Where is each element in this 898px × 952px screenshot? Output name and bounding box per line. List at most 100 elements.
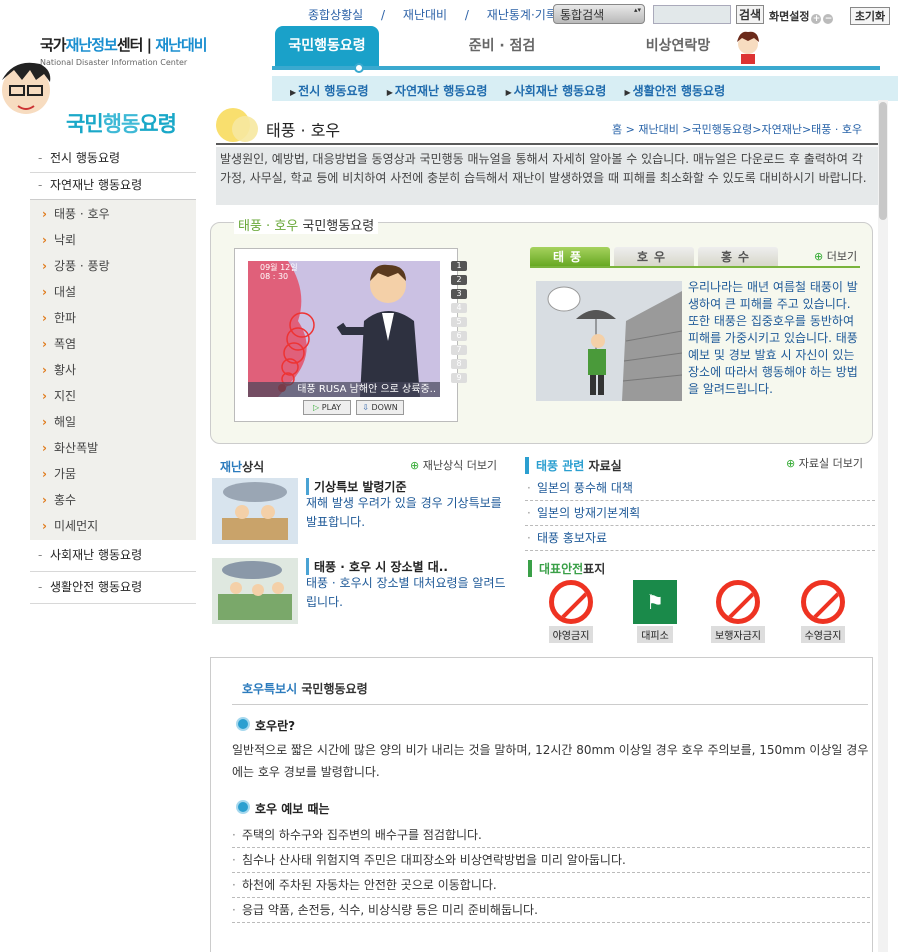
list-item: 응급 약품, 손전등, 식수, 비상식량 등은 미리 준비해둡니다.	[232, 898, 870, 923]
search-scope-select[interactable]: 통합검색	[553, 4, 645, 24]
tab-prepare-check[interactable]: 준비 · 점검	[452, 26, 552, 66]
rain-divider	[232, 704, 868, 705]
sidebar-sub-typhoon[interactable]: 태풍 · 호우	[30, 202, 196, 228]
tab-flood[interactable]: 홍수	[698, 247, 778, 267]
search-input[interactable]	[653, 5, 731, 24]
video-chapter-button[interactable]: 5	[451, 317, 467, 327]
zoom-in-icon[interactable]: +	[811, 14, 822, 24]
download-icon: ⇩	[362, 403, 369, 412]
sidebar-item-war[interactable]: 전시 행동요령	[30, 146, 196, 173]
subnav-social[interactable]: 사회재난 행동요령	[506, 84, 607, 98]
logo-english: National Disaster Information Center	[40, 58, 188, 67]
knowledge-card[interactable]: 태풍 · 호우 시 장소별 대.. 태풍 · 호우시 장소별 대처요령을 알려드…	[212, 558, 512, 630]
list-item[interactable]: 일본의 방재기본계획	[525, 501, 875, 526]
video-screen[interactable]	[248, 261, 440, 397]
knowledge-more-link[interactable]: ⊕ 재난상식 더보기	[410, 457, 497, 473]
list-item: 하천에 주차된 자동차는 안전한 곳으로 이동합니다.	[232, 873, 870, 898]
list-item: 주택의 하수구와 집주변의 배수구를 점검합니다.	[232, 823, 870, 848]
sidebar-sub-volcano[interactable]: 화산폭발	[30, 436, 196, 462]
list-item[interactable]: 일본의 풍수해 대책	[525, 476, 875, 501]
title-divider	[216, 143, 878, 145]
subnav-war[interactable]: 전시 행동요령	[290, 84, 369, 98]
video-timestamp: 09월 12일 08 : 30	[260, 263, 298, 281]
tab-action-guide[interactable]: 국민행동요령	[275, 26, 379, 66]
zoom-out-icon[interactable]: −	[823, 14, 834, 24]
sign-shelter[interactable]: ⚑ 대피소	[625, 580, 685, 643]
weather-warning-illustration	[212, 478, 298, 544]
sign-label: 수영금지	[800, 626, 846, 643]
breadcrumb[interactable]: 홈 > 재난대비 >국민행동요령>자연재난>태풍 · 호우	[612, 121, 862, 137]
subnav-natural[interactable]: 자연재난 행동요령	[387, 84, 488, 98]
link-situation-room[interactable]: 종합상황실	[308, 8, 363, 22]
sidebar-sub-drought[interactable]: 가뭄	[30, 462, 196, 488]
typhoon-illustration	[536, 281, 683, 401]
video-chapter-button[interactable]: 4	[451, 303, 467, 313]
data-room-header: 태풍 관련 자료실	[525, 457, 622, 474]
sidebar-sub-heat[interactable]: 폭염	[30, 332, 196, 358]
link-sep: /	[381, 8, 386, 22]
link-sep: /	[464, 8, 469, 22]
video-caption: 태풍 RUSA 남해안 으로 상륙중..	[248, 382, 440, 397]
card-title[interactable]: 기상특보 발령기준	[306, 478, 407, 495]
video-chapter-button[interactable]: 2	[451, 275, 467, 285]
video-chapter-button[interactable]: 1	[451, 261, 467, 271]
sign-label: 보행자금지	[711, 626, 765, 643]
screen-setting: 화면설정 + −	[769, 10, 834, 24]
intro-text: 발생원인, 예방법, 대응방법을 동영상과 국민행동 매뉴얼을 통해서 자세히 …	[216, 147, 878, 205]
sidebar-sub-flood[interactable]: 홍수	[30, 488, 196, 514]
sign-no-pedestrian[interactable]: 보행자금지	[708, 580, 768, 643]
sidebar-sub-lightning[interactable]: 낙뢰	[30, 228, 196, 254]
sidebar-sub-tsunami[interactable]: 해일	[30, 410, 196, 436]
reset-button[interactable]: 초기화	[850, 7, 890, 25]
sidebar-sub-yellowdust[interactable]: 황사	[30, 358, 196, 384]
sidebar-item-life-safety[interactable]: 생활안전 행동요령	[30, 572, 196, 604]
sidebar-item-social[interactable]: 사회재난 행동요령	[30, 540, 196, 572]
sub-navigation: 전시 행동요령 자연재난 행동요령 사회재난 행동요령 생활안전 행동요령	[290, 82, 739, 99]
knowledge-card[interactable]: 기상특보 발령기준 재해 발생 우려가 있을 경우 기상특보를 발표합니다.	[212, 478, 512, 550]
scrollbar[interactable]	[878, 100, 888, 952]
title-decoration	[232, 116, 258, 142]
subnav-life-safety[interactable]: 생활안전 행동요령	[624, 84, 725, 98]
sidebar-sub-snow[interactable]: 대설	[30, 280, 196, 306]
sidebar-sub-cold[interactable]: 한파	[30, 306, 196, 332]
guide-tabs: 태풍 호우 홍수	[530, 247, 860, 267]
video-chapter-button[interactable]: 7	[451, 345, 467, 355]
sidebar-sub-finedust[interactable]: 미세먼지	[30, 514, 196, 540]
scrollbar-thumb[interactable]	[879, 102, 887, 220]
sign-no-camping[interactable]: 야영금지	[541, 580, 601, 643]
plus-icon: ⊕	[410, 459, 420, 472]
data-room-list: 일본의 풍수해 대책 일본의 방재기본계획 태풍 홍보자료	[525, 476, 875, 551]
video-chapter-button[interactable]: 8	[451, 359, 467, 369]
tab-heavy-rain[interactable]: 호우	[614, 247, 694, 267]
video-chapter-button[interactable]: 3	[451, 289, 467, 299]
sidebar-sub-wind[interactable]: 강풍 · 풍랑	[30, 254, 196, 280]
link-statistics[interactable]: 재난통계·기록	[487, 8, 557, 22]
link-disaster-prep[interactable]: 재난대비	[403, 8, 447, 22]
top-utility-links: 종합상황실 / 재난대비 / 재난통계·기록	[308, 6, 571, 23]
search-button[interactable]: 검색	[736, 5, 764, 24]
more-link[interactable]: ⊕ 더보기	[814, 248, 857, 264]
page-title: 태풍 · 호우	[266, 121, 341, 140]
rain-tips-list: 주택의 하수구와 집주변의 배수구를 점검합니다. 침수나 산사태 위험지역 주…	[232, 823, 870, 923]
tab-emergency-contact[interactable]: 비상연락망	[628, 26, 728, 66]
sign-no-swimming[interactable]: 수영금지	[793, 580, 853, 643]
sidebar-submenu: 태풍 · 호우 낙뢰 강풍 · 풍랑 대설 한파 폭염 황사 지진 해일 화산폭…	[30, 200, 196, 540]
knowledge-header: 재난상식	[220, 460, 265, 474]
card-title[interactable]: 태풍 · 호우 시 장소별 대..	[306, 558, 448, 575]
sidebar-item-natural[interactable]: 자연재난 행동요령	[30, 173, 196, 200]
play-button[interactable]: ▷ PLAY	[303, 400, 351, 415]
list-item[interactable]: 태풍 홍보자료	[525, 526, 875, 551]
tab-underline	[530, 266, 860, 268]
shelter-icon: ⚑	[633, 580, 677, 624]
tab-description: 우리나라는 매년 여름철 태풍이 발생하여 큰 피해를 주고 있습니다. 또한 …	[688, 280, 858, 396]
sidebar-sub-earthquake[interactable]: 지진	[30, 384, 196, 410]
rain-definition: 일반적으로 짧은 시간에 많은 양의 비가 내리는 것을 말하며, 12시간 8…	[232, 743, 869, 779]
main-navigation: 국민행동요령 준비 · 점검 비상연락망	[272, 26, 878, 70]
data-room-more-link[interactable]: ⊕ 자료실 더보기	[786, 455, 863, 471]
no-pedestrian-icon	[716, 580, 760, 624]
download-button[interactable]: ⇩ DOWN	[356, 400, 404, 415]
tab-typhoon[interactable]: 태풍	[530, 247, 610, 267]
video-chapter-button[interactable]: 9	[451, 373, 467, 383]
plus-icon: ⊕	[786, 457, 796, 470]
video-chapter-button[interactable]: 6	[451, 331, 467, 341]
